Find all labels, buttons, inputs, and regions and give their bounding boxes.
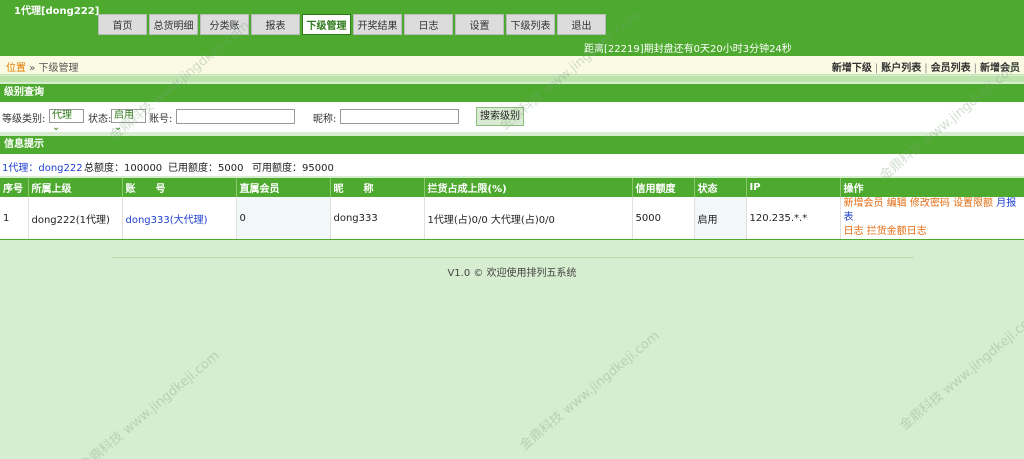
nickname-label: 昵称: <box>313 114 337 125</box>
divider-bar <box>0 76 1024 82</box>
cell-nickname: dong333 <box>330 197 425 240</box>
nav-home[interactable]: 首页 <box>98 14 147 35</box>
breadcrumb: 位置 » 下级管理 <box>6 59 79 74</box>
level-label: 等级类别: <box>2 114 46 125</box>
cell-limit: 1代理(占)0/0 大代理(占)0/0 <box>424 197 633 240</box>
nav-logs[interactable]: 日志 <box>404 14 453 35</box>
breadcrumb-prefix: 位置 <box>6 63 26 74</box>
account-input[interactable] <box>176 109 295 124</box>
cell-actions: 新增会员 编辑 修改密码 设置限额 月报表 日志 拦货金额日志 <box>840 197 1024 240</box>
col-header-limit: 拦货占成上限(%) <box>424 178 633 197</box>
status-label: 状态: <box>88 114 112 125</box>
chevron-down-icon: ⌄ <box>52 122 61 133</box>
cell-ip: 120.235.*.* <box>746 197 841 240</box>
nickname-input[interactable] <box>340 109 459 124</box>
info-used: 已用额度：5000 <box>168 163 244 174</box>
action-log[interactable]: 日志 <box>844 226 864 237</box>
cell-account-link[interactable]: dong333(大代理) <box>122 197 237 240</box>
link-account-list[interactable]: 账户列表 <box>881 63 921 74</box>
breadcrumb-current: 下级管理 <box>38 63 79 74</box>
top-header: 1代理[dong222] 首页 总货明细 分类账 报表 下级管理 开奖结果 日志… <box>0 0 1024 56</box>
watermark: 金鼎科技 www.jingdkeji.com <box>517 328 663 454</box>
info-total: 总额度：100000 <box>84 163 163 174</box>
cell-credit: 5000 <box>632 197 695 240</box>
action-add-member[interactable]: 新增会员 <box>844 198 884 209</box>
current-user: 1代理[dong222] <box>14 6 100 17</box>
info-available: 可用额度：95000 <box>252 163 334 174</box>
action-change-password[interactable]: 修改密码 <box>910 198 950 209</box>
footer-text: V1.0 © 欢迎使用排列五系统 <box>447 268 577 279</box>
action-edit[interactable]: 编辑 <box>887 198 907 209</box>
nav-sub-list[interactable]: 下级列表 <box>506 14 555 35</box>
info-panel: 1代理：dong222 总额度：100000 已用额度：5000 可用额度：95… <box>0 154 1024 176</box>
breadcrumb-separator: » <box>29 63 36 74</box>
table-row: 1 dong222(1代理) dong333(大代理) 0 dong333 1代… <box>0 197 1024 240</box>
link-member-list[interactable]: 会员列表 <box>931 63 971 74</box>
cell-no: 1 <box>0 197 29 240</box>
link-add-subordinate[interactable]: 新增下级 <box>832 63 872 74</box>
col-header-account: 账 号 <box>122 178 237 197</box>
link-divider: | <box>924 63 928 74</box>
cell-parent: dong222(1代理) <box>28 197 123 240</box>
footer-divider <box>112 257 914 258</box>
cell-status: 启用 <box>694 197 747 240</box>
nav-sub-management[interactable]: 下级管理 <box>302 14 351 35</box>
link-divider: | <box>973 63 977 74</box>
subordinate-table: 序号 所属上级 账 号 直属会员 昵 称 拦货占成上限(%) 信用额度 状态 I… <box>0 178 1024 240</box>
col-header-actions: 操作 <box>840 178 1024 197</box>
watermark: 金鼎科技 www.jingdkeji.com <box>897 308 1024 434</box>
nav-settings[interactable]: 设置 <box>455 14 504 35</box>
action-set-limit[interactable]: 设置限额 <box>953 198 993 209</box>
col-header-credit: 信用额度 <box>632 178 695 197</box>
info-section-title: 信息提示 <box>0 136 1024 154</box>
action-intercept-log[interactable]: 拦货金额日志 <box>867 226 927 237</box>
cell-members: 0 <box>236 197 331 240</box>
location-bar: 位置 » 下级管理 新增下级 | 账户列表 | 会员列表 | 新增会员 <box>0 56 1024 75</box>
link-divider: | <box>874 63 879 74</box>
table-header-row: 序号 所属上级 账 号 直属会员 昵 称 拦货占成上限(%) 信用额度 状态 I… <box>0 178 1024 197</box>
col-header-status: 状态 <box>694 178 747 197</box>
col-header-members: 直属会员 <box>236 178 331 197</box>
level-select[interactable]: 代理 ⌄ <box>49 109 84 133</box>
nav-reports[interactable]: 报表 <box>251 14 300 35</box>
main-nav: 首页 总货明细 分类账 报表 下级管理 开奖结果 日志 设置 下级列表 退出 <box>98 14 606 35</box>
nav-draw-results[interactable]: 开奖结果 <box>353 14 402 35</box>
col-header-ip: IP <box>746 178 841 197</box>
level-select-value: 代理 <box>52 110 72 121</box>
info-who: 1代理：dong222 <box>2 163 83 174</box>
nav-total-detail[interactable]: 总货明细 <box>149 14 198 35</box>
col-header-parent: 所属上级 <box>28 178 123 197</box>
col-header-no: 序号 <box>0 178 29 197</box>
watermark: 金鼎科技 www.jingdkeji.com <box>77 348 223 459</box>
col-header-nickname: 昵 称 <box>330 178 425 197</box>
